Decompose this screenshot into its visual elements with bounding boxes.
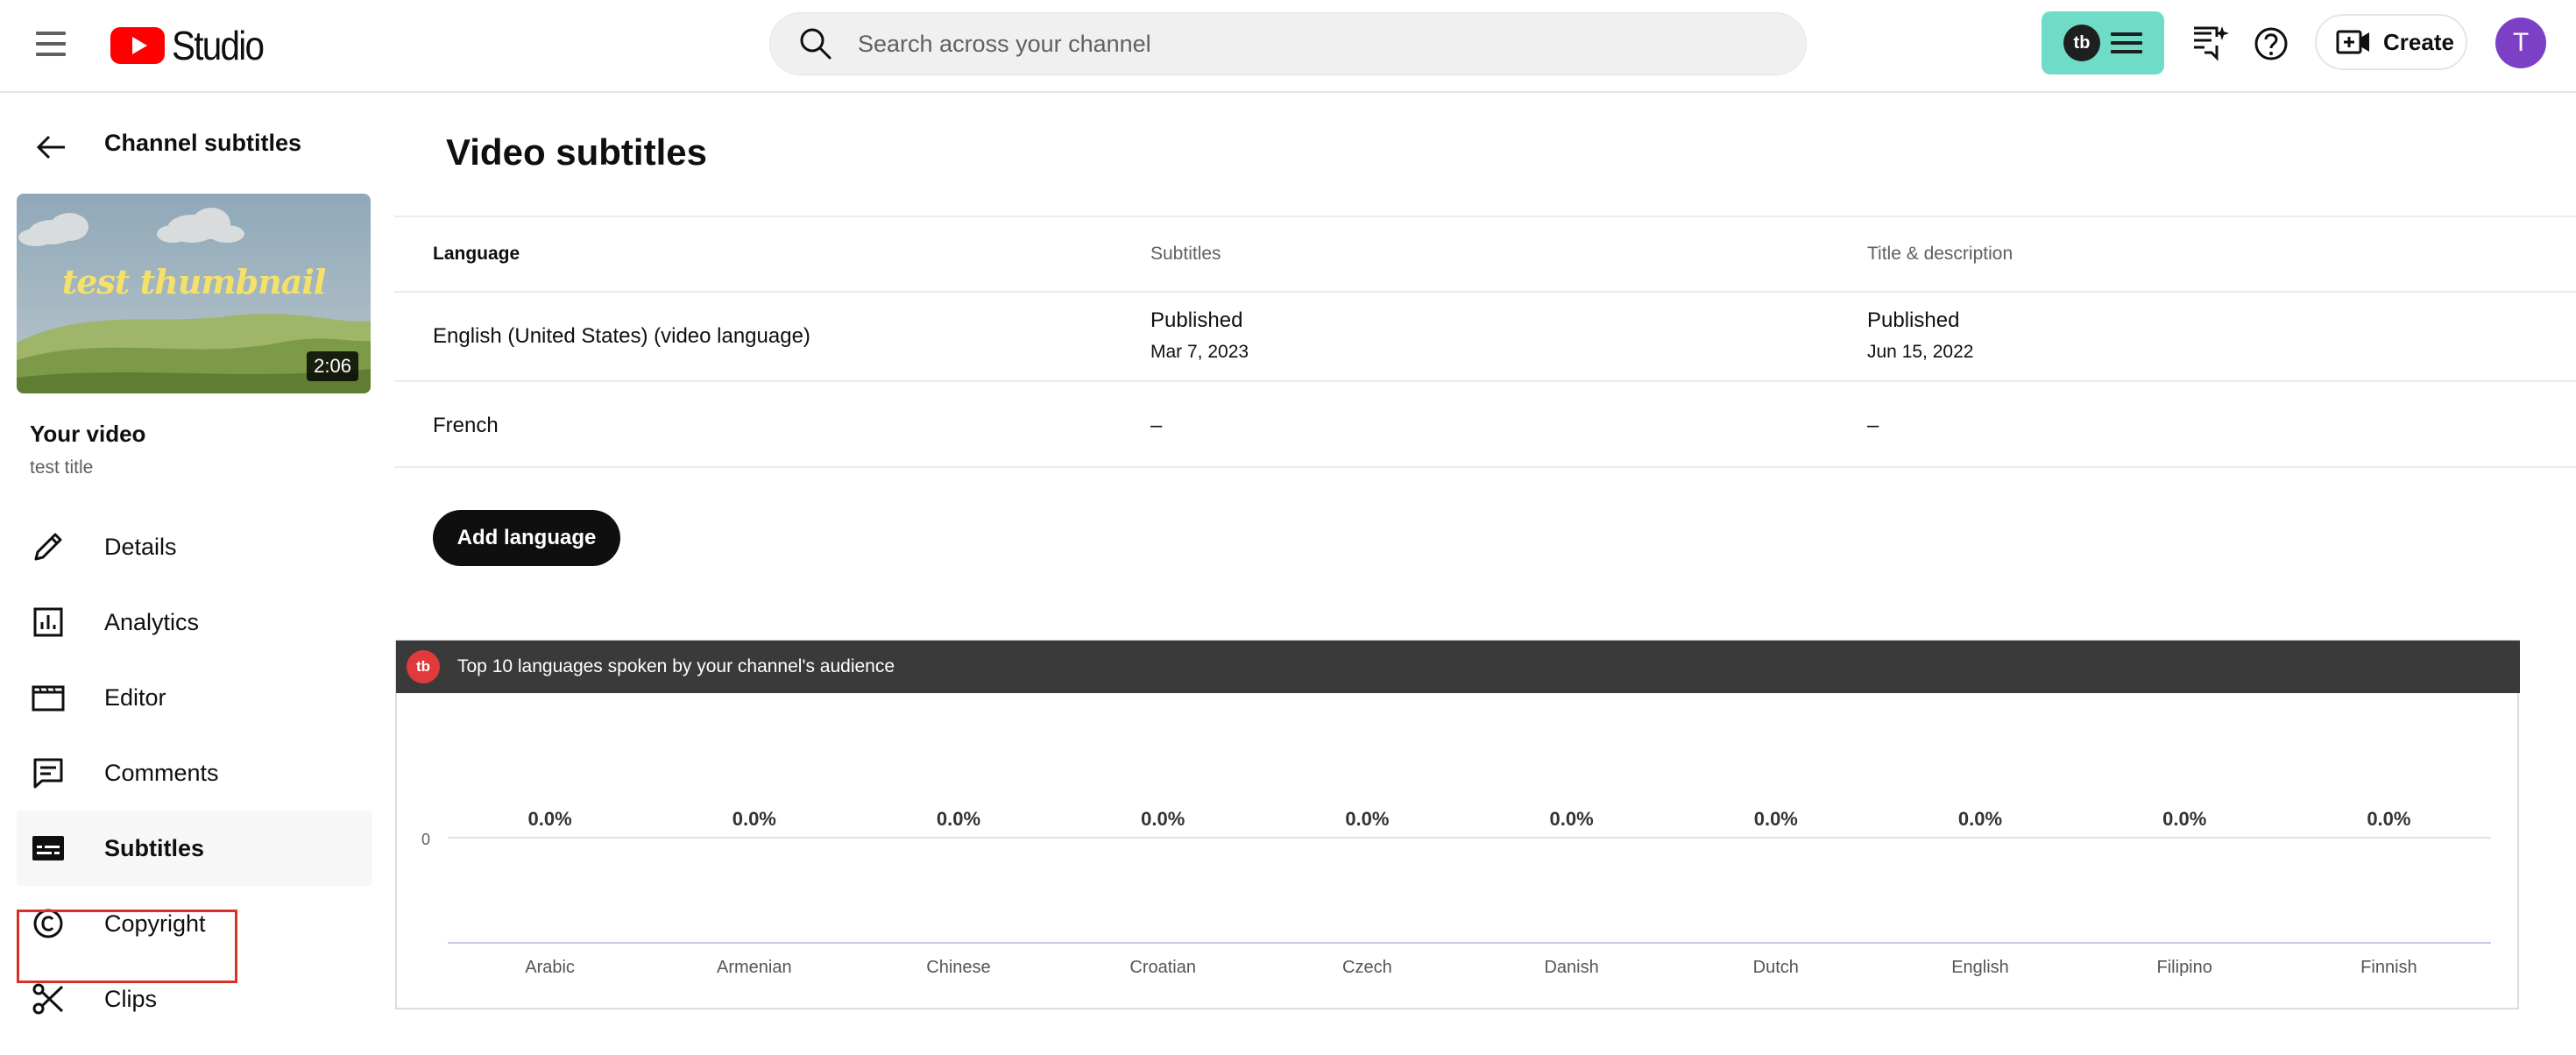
data-label: 0.0% [1958, 808, 2002, 830]
data-label: 0.0% [732, 808, 776, 830]
channel-subtitles-link[interactable]: Channel subtitles [104, 130, 301, 157]
sidebar-item-label: Editor [104, 683, 166, 711]
sidebar-item-label: Subtitles [104, 834, 205, 861]
table-row[interactable]: French – – [394, 380, 2576, 468]
analytics-icon [33, 607, 63, 637]
sidebar-item-subtitles[interactable]: Subtitles [17, 811, 372, 886]
subtitles-status[interactable]: – [1150, 414, 1162, 438]
tubebuddy-language-panel: tb Top 10 languages spoken by your chann… [395, 640, 2520, 1009]
x-tick-label: Filipino [2157, 958, 2212, 977]
sidebar-item-details[interactable]: Details [17, 509, 372, 584]
back-arrow-icon[interactable] [32, 128, 70, 166]
data-label: 0.0% [1754, 808, 1798, 830]
search-input[interactable] [858, 30, 1787, 58]
search-icon[interactable] [796, 25, 835, 63]
sidebar-item-label: Details [104, 533, 177, 560]
subtitles-status[interactable]: Published [1150, 308, 1242, 333]
tubebuddy-logo-icon: tb [2063, 25, 2100, 61]
subtitles-icon [32, 836, 64, 860]
row-language: English (United States) (video language) [433, 324, 810, 348]
feedback-icon[interactable] [2187, 21, 2233, 67]
sidebar-item-label: Analytics [104, 608, 200, 635]
studio-logo-text: Studio [172, 23, 265, 68]
x-tick-label: Finnish [2360, 958, 2417, 977]
data-label: 0.0% [1141, 808, 1185, 830]
panel-header: tb Top 10 languages spoken by your chann… [396, 641, 2520, 693]
title-date: Jun 15, 2022 [1867, 342, 1974, 362]
sidebar-item-analytics[interactable]: Analytics [17, 584, 372, 660]
data-label: 0.0% [1345, 808, 1389, 830]
studio-logo[interactable]: Studio [110, 19, 275, 72]
add-language-button[interactable]: Add language [433, 510, 620, 566]
data-label: 0.0% [1550, 808, 1594, 830]
sidebar-item-label: Comments [104, 759, 219, 786]
table-header: Language Subtitles Title & description [394, 216, 2576, 291]
table-row[interactable]: English (United States) (video language)… [394, 291, 2576, 380]
data-label: 0.0% [2367, 808, 2410, 830]
your-video-heading: Your video [30, 421, 146, 447]
page-title: Video subtitles [446, 131, 707, 173]
comments-icon [33, 758, 63, 789]
scissors-icon [32, 983, 64, 1015]
menu-lines-icon [2111, 27, 2142, 59]
video-duration: 2:06 [307, 351, 358, 381]
x-tick-label: Chinese [926, 958, 990, 977]
column-header-subtitles: Subtitles [1150, 244, 1221, 264]
youtube-logo-icon [110, 27, 165, 64]
title-status[interactable]: – [1867, 414, 1879, 438]
menu-icon[interactable] [33, 28, 68, 63]
y-tick-label: 0 [421, 831, 430, 848]
column-header-language[interactable]: Language [433, 244, 520, 265]
title-status[interactable]: Published [1867, 308, 1959, 333]
video-thumbnail[interactable]: test thumbnail 2:06 [17, 194, 371, 393]
x-tick-label: Dutch [1753, 958, 1799, 977]
sidebar: Channel subtitles test thumbnail 2:06 Yo… [0, 95, 386, 1055]
subtitles-table: Language Subtitles Title & description E… [394, 216, 2576, 468]
sidebar-item-label: Copyright [104, 910, 206, 937]
x-tick-label: Arabic [525, 958, 575, 977]
data-label: 0.0% [2162, 808, 2206, 830]
create-button[interactable]: Create [2315, 14, 2467, 70]
video-title: test title [30, 457, 94, 478]
sidebar-item-comments[interactable]: Comments [17, 735, 372, 811]
x-tick-label: Danish [1544, 958, 1598, 977]
pencil-icon [34, 533, 62, 561]
top-bar: Studio tb Create T [0, 0, 2576, 93]
sidebar-item-editor[interactable]: Editor [17, 660, 372, 735]
sidebar-item-label: Clips [104, 985, 158, 1012]
subtitles-date: Mar 7, 2023 [1150, 342, 1249, 362]
languages-bar-chart: 0 0.0% Arabic 0.0% Armenian 0.0% Chinese 0.0% Cr… [421, 808, 2491, 977]
x-tick-label: Croatian [1129, 958, 1196, 977]
panel-title: Top 10 languages spoken by your channel'… [457, 656, 895, 676]
create-button-label: Create [2383, 28, 2454, 55]
search-bar[interactable] [769, 12, 1807, 75]
main-content: Video subtitles Language Subtitles Title… [394, 95, 2576, 1055]
x-tick-label: English [1951, 958, 2009, 977]
x-tick-label: Czech [1342, 958, 1392, 977]
row-language: French [433, 414, 499, 437]
editor-icon [32, 685, 65, 712]
tubebuddy-logo-icon: tb [407, 650, 440, 683]
x-tick-label: Armenian [717, 958, 792, 977]
create-video-icon [2336, 30, 2369, 54]
column-header-title-description: Title & description [1867, 244, 2013, 264]
data-label: 0.0% [937, 808, 980, 830]
data-label: 0.0% [528, 808, 572, 830]
copyright-icon [33, 909, 63, 938]
help-icon[interactable] [2248, 21, 2294, 67]
sidebar-item-clips[interactable]: Clips [17, 961, 372, 1037]
tubebuddy-menu-button[interactable]: tb [2042, 11, 2164, 74]
avatar[interactable]: T [2495, 18, 2546, 68]
thumbnail-text: test thumbnail [61, 262, 327, 301]
sidebar-item-copyright[interactable]: Copyright [17, 886, 372, 961]
